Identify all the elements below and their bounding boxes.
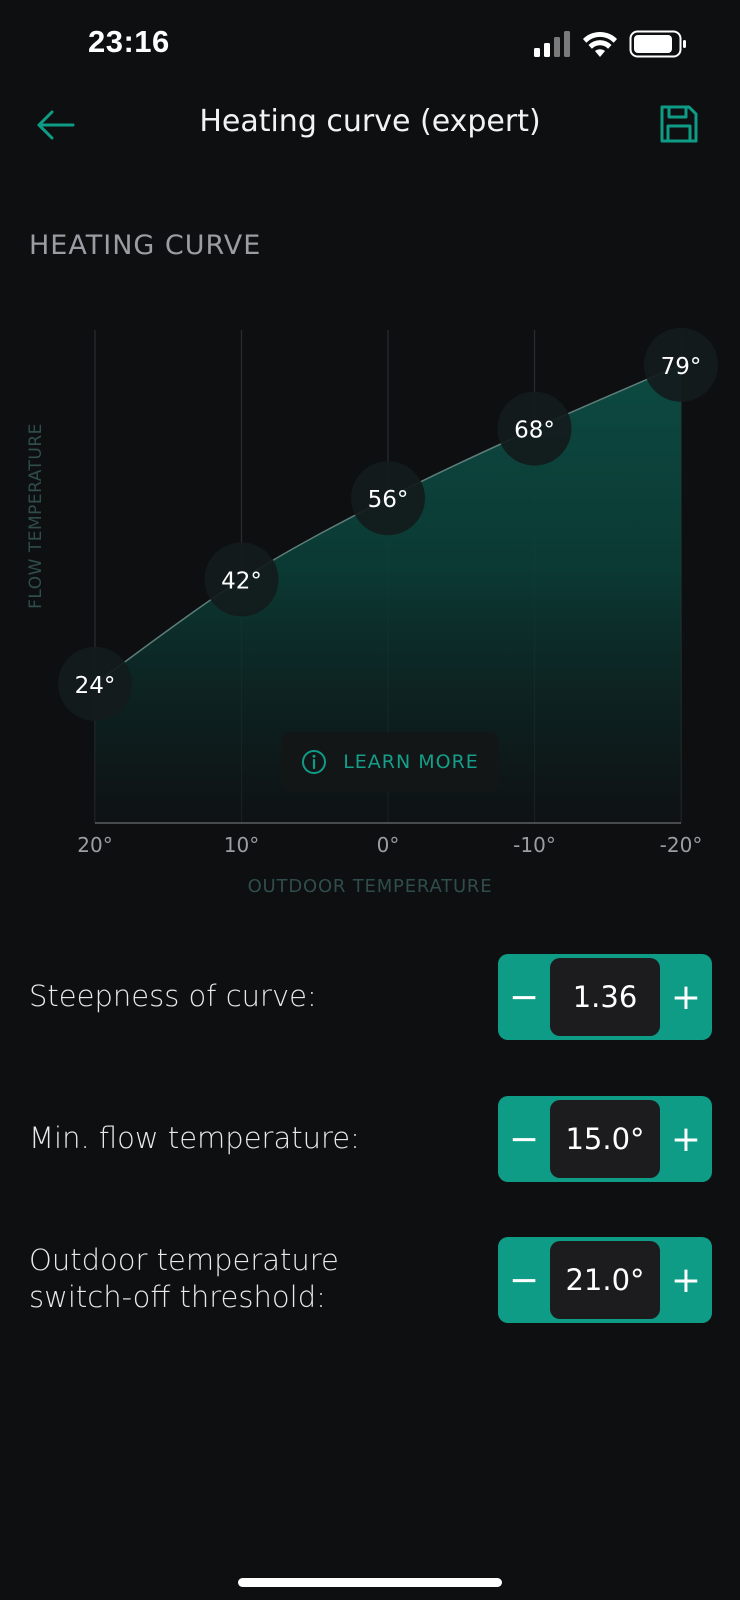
status-icons (534, 30, 686, 58)
section-title: HEATING CURVE (29, 230, 262, 261)
x-tick-label: -20° (660, 833, 703, 857)
steepness-increment-button[interactable]: + (660, 954, 712, 1040)
page-title: Heating curve (expert) (199, 104, 541, 139)
data-label: 68° (514, 418, 555, 444)
steepness-stepper[interactable]: − 1.36 + (498, 954, 712, 1040)
x-axis-label: OUTDOOR TEMPERATURE (247, 876, 493, 897)
switch-off-threshold-stepper[interactable]: − 21.0° + (498, 1237, 712, 1323)
learn-more-button[interactable]: LEARN MORE (281, 732, 499, 792)
save-button[interactable] (658, 103, 700, 145)
switch-off-threshold-label: Outdoor temperature switch-off threshold… (29, 1243, 339, 1314)
min-flow-temperature-decrement-button[interactable]: − (498, 1096, 550, 1182)
switch-off-threshold-increment-button[interactable]: + (660, 1237, 712, 1323)
x-tick-label: -10° (513, 833, 556, 857)
min-flow-temperature-value[interactable]: 15.0° (550, 1100, 660, 1178)
x-tick-label: 0° (377, 833, 400, 857)
cellular-signal-icon (534, 31, 570, 57)
floppy-disk-icon (660, 105, 698, 143)
steepness-label: Steepness of curve: (29, 979, 317, 1013)
steepness-decrement-button[interactable]: − (498, 954, 550, 1040)
x-tick-label: 10° (224, 833, 259, 857)
min-flow-temperature-label: Min. flow temperature: (29, 1121, 360, 1155)
home-indicator (238, 1578, 502, 1587)
steepness-value[interactable]: 1.36 (550, 958, 660, 1036)
x-tick-label: 20° (77, 833, 112, 857)
data-label: 42° (221, 568, 262, 594)
min-flow-temperature-stepper[interactable]: − 15.0° + (498, 1096, 712, 1182)
data-label: 56° (368, 487, 409, 513)
info-circle-icon (302, 750, 327, 774)
learn-more-label: LEARN MORE (343, 751, 479, 773)
data-label: 79° (661, 354, 702, 380)
data-label: 24° (75, 673, 116, 699)
battery-icon (629, 30, 686, 58)
wifi-icon (583, 31, 617, 57)
min-flow-temperature-increment-button[interactable]: + (660, 1096, 712, 1182)
heating-curve-chart: 24° 42° 56° 68° 79° 20° 10° 0° -10° -20° (58, 327, 718, 857)
switch-off-threshold-value[interactable]: 21.0° (550, 1241, 660, 1319)
status-time: 23:16 (88, 24, 170, 59)
switch-off-threshold-decrement-button[interactable]: − (498, 1237, 550, 1323)
